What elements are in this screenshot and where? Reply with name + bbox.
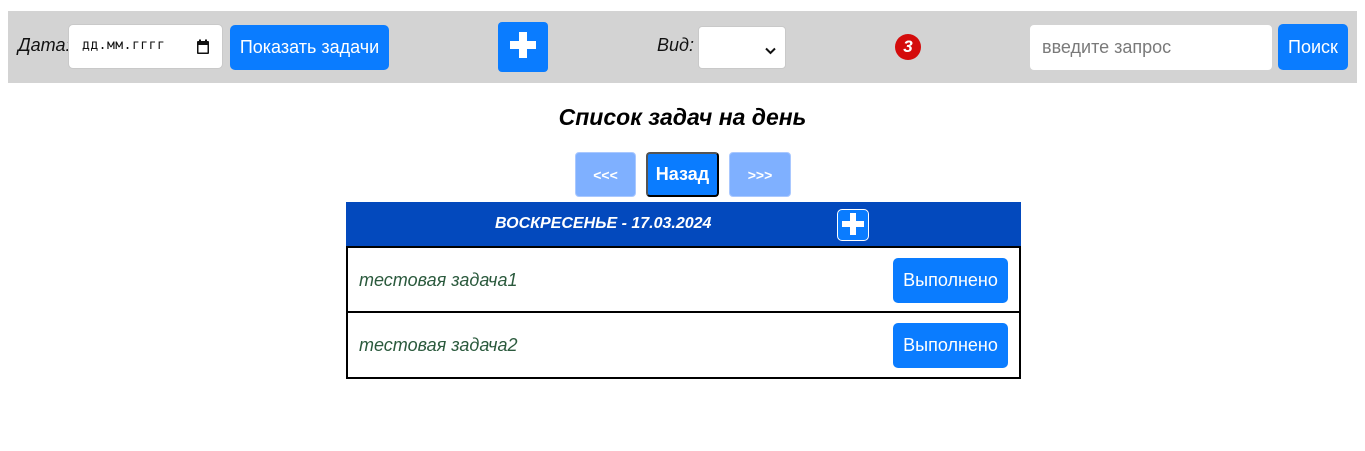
back-button[interactable]: Назад xyxy=(646,152,719,197)
notification-badge[interactable]: 3 xyxy=(895,34,921,60)
date-field-value: дд.мм.гггг xyxy=(82,38,166,53)
task-text: тестовая задача1 xyxy=(359,270,518,290)
mark-done-button[interactable]: Выполнено xyxy=(893,258,1008,303)
prev-day-button[interactable]: <<< xyxy=(575,152,636,197)
mark-done-button[interactable]: Выполнено xyxy=(893,323,1008,368)
date-field[interactable]: дд.мм.гггг xyxy=(68,24,223,69)
day-title: ВОСКРЕСЕНЬЕ - 17.03.2024 xyxy=(495,215,712,232)
task-row: тестовая задача1 Выполнено xyxy=(346,246,1021,313)
search-button[interactable]: Поиск xyxy=(1278,24,1348,70)
add-task-button[interactable] xyxy=(498,22,548,72)
add-day-task-button[interactable] xyxy=(837,209,869,241)
top-toolbar: Дата: дд.мм.гггг Показать задачи Вид: 3 … xyxy=(8,11,1357,83)
task-row: тестовая задача2 Выполнено xyxy=(346,313,1021,379)
calendar-icon[interactable] xyxy=(196,39,210,60)
search-input[interactable] xyxy=(1029,24,1273,71)
next-day-button[interactable]: >>> xyxy=(729,152,791,197)
chevron-down-icon xyxy=(765,42,776,60)
task-text: тестовая задача2 xyxy=(359,335,518,355)
plus-icon xyxy=(508,30,538,65)
show-tasks-button[interactable]: Показать задачи xyxy=(230,25,389,70)
day-task-table: ВОСКРЕСЕНЬЕ - 17.03.2024 тестовая задача… xyxy=(346,202,1021,379)
view-label: Вид: xyxy=(657,35,694,55)
day-header: ВОСКРЕСЕНЬЕ - 17.03.2024 xyxy=(346,202,1021,246)
page-title: Список задач на день xyxy=(558,104,807,130)
date-label: Дата: xyxy=(18,35,71,55)
plus-icon xyxy=(841,212,865,239)
view-select[interactable] xyxy=(698,26,786,69)
